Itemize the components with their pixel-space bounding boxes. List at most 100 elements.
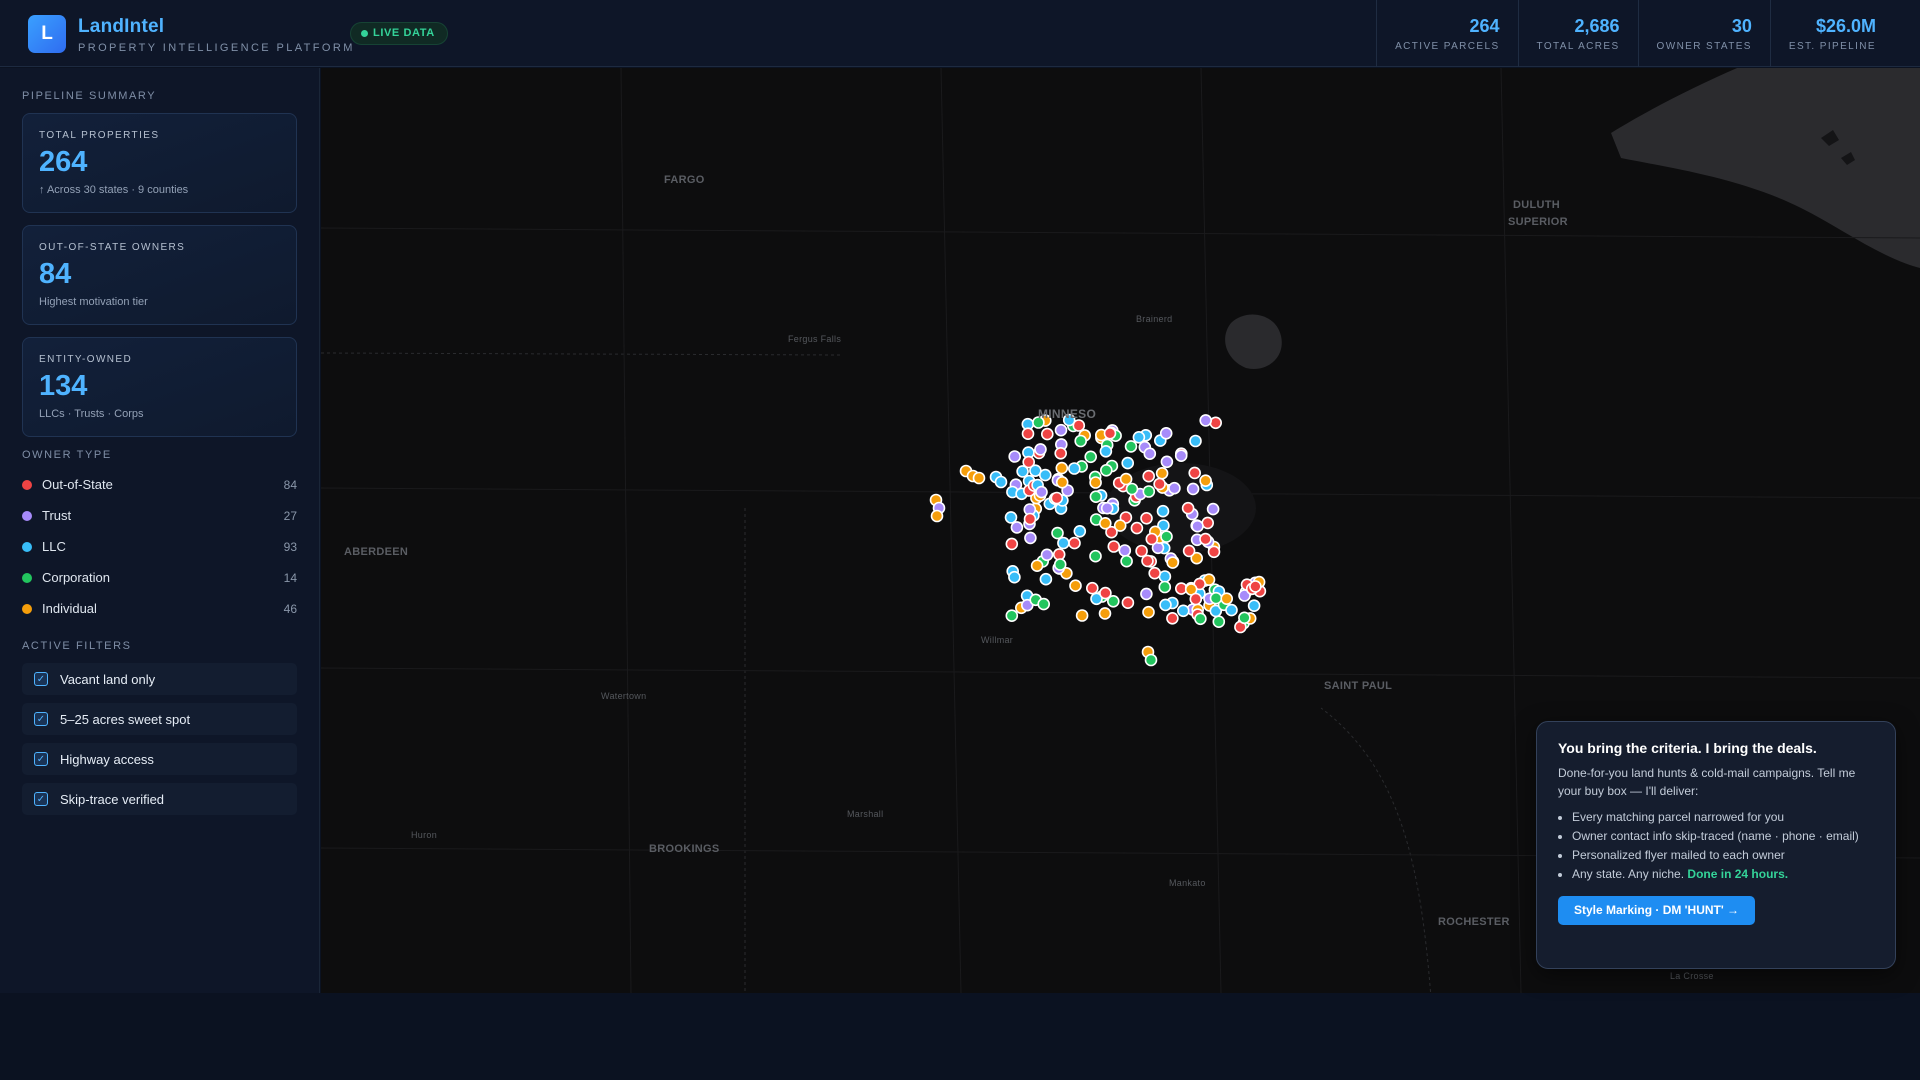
owner-type-corporation[interactable]: Corporation 14: [22, 562, 297, 593]
parcel-marker[interactable]: [1206, 502, 1220, 516]
parcel-marker[interactable]: [1073, 524, 1087, 538]
parcel-marker[interactable]: [1099, 444, 1113, 458]
parcel-marker[interactable]: [1140, 511, 1153, 525]
parcel-marker[interactable]: [1130, 521, 1144, 535]
parcel-marker[interactable]: [1143, 447, 1157, 461]
parcel-marker[interactable]: [1132, 430, 1146, 444]
checkbox-checked-icon[interactable]: ✓: [34, 712, 48, 726]
parcel-marker[interactable]: [972, 471, 986, 485]
parcel-marker[interactable]: [1159, 598, 1172, 612]
parcel-marker[interactable]: [1201, 516, 1215, 530]
parcel-marker[interactable]: [1159, 426, 1173, 440]
filter-vacant-land[interactable]: ✓ Vacant land only: [22, 663, 297, 695]
parcel-marker[interactable]: [1069, 579, 1082, 593]
promo-cta-button[interactable]: Style Marking · DM 'HUNT' →: [1558, 896, 1756, 925]
parcel-marker[interactable]: [1186, 482, 1200, 496]
parcel-marker[interactable]: [1098, 607, 1112, 620]
parcel-marker[interactable]: [1166, 556, 1180, 569]
parcel-marker[interactable]: [1158, 580, 1172, 594]
parcel-marker[interactable]: [1057, 536, 1070, 550]
parcel-marker[interactable]: [1099, 463, 1113, 477]
checkbox-checked-icon[interactable]: ✓: [34, 752, 48, 766]
parcel-marker[interactable]: [1039, 572, 1053, 586]
parcel-marker[interactable]: [1107, 540, 1121, 553]
parcel-marker[interactable]: [1075, 609, 1089, 622]
parcel-marker[interactable]: [1098, 516, 1112, 530]
parcel-marker[interactable]: [1145, 532, 1159, 546]
parcel-marker[interactable]: [1153, 477, 1166, 491]
parcel-marker[interactable]: [1209, 591, 1223, 605]
parcel-marker[interactable]: [1008, 570, 1021, 584]
parcel-marker[interactable]: [1247, 599, 1261, 613]
parcel-marker[interactable]: [1212, 615, 1226, 629]
parcel-marker[interactable]: [1005, 537, 1019, 551]
filter-acres-sweet-spot[interactable]: ✓ 5–25 acres sweet spot: [22, 703, 297, 735]
parcel-marker[interactable]: [1089, 490, 1103, 504]
parcel-marker[interactable]: [1124, 440, 1138, 453]
parcel-marker[interactable]: [1120, 554, 1133, 568]
parcel-marker[interactable]: [1034, 443, 1047, 456]
parcel-marker[interactable]: [1099, 586, 1112, 600]
parcel-marker[interactable]: [1050, 491, 1064, 505]
parcel-marker[interactable]: [1040, 548, 1054, 562]
parcel-marker[interactable]: [1176, 604, 1190, 618]
parcel-marker[interactable]: [1199, 532, 1212, 546]
parcel-marker[interactable]: [1030, 559, 1044, 573]
parcel-marker[interactable]: [1181, 501, 1195, 515]
parcel-marker[interactable]: [1074, 434, 1088, 448]
parcel-marker[interactable]: [1055, 461, 1069, 475]
parcel-marker[interactable]: [1119, 472, 1133, 486]
parcel-marker[interactable]: [1140, 587, 1153, 601]
parcel-marker[interactable]: [930, 509, 944, 523]
parcel-marker[interactable]: [1053, 558, 1067, 571]
parcel-marker[interactable]: [1113, 519, 1127, 532]
owner-type-individual[interactable]: Individual 46: [22, 593, 297, 624]
parcel-marker[interactable]: [1160, 455, 1174, 469]
parcel-marker[interactable]: [1121, 456, 1135, 470]
parcel-marker[interactable]: [1160, 530, 1173, 543]
parcel-marker[interactable]: [1054, 446, 1068, 460]
parcel-marker[interactable]: [1189, 434, 1202, 448]
parcel-marker[interactable]: [1035, 485, 1048, 499]
parcel-marker[interactable]: [1174, 449, 1188, 463]
parcel-marker[interactable]: [1238, 611, 1251, 625]
parcel-marker[interactable]: [1010, 521, 1024, 534]
parcel-marker[interactable]: [1004, 511, 1018, 524]
parcel-marker[interactable]: [1199, 474, 1212, 488]
parcel-marker[interactable]: [1141, 554, 1154, 568]
parcel-marker[interactable]: [1023, 512, 1037, 526]
parcel-marker[interactable]: [1249, 580, 1262, 593]
parcel-marker[interactable]: [1055, 475, 1069, 489]
parcel-marker[interactable]: [1037, 597, 1051, 611]
parcel-marker[interactable]: [1052, 548, 1066, 561]
parcel-marker[interactable]: [1051, 526, 1064, 540]
parcel-marker[interactable]: [1021, 427, 1035, 441]
parcel-marker[interactable]: [1038, 468, 1052, 482]
parcel-marker[interactable]: [1189, 592, 1203, 606]
parcel-marker[interactable]: [1089, 549, 1102, 563]
parcel-marker[interactable]: [1085, 581, 1099, 595]
parcel-marker[interactable]: [1148, 566, 1162, 580]
parcel-marker[interactable]: [1054, 423, 1068, 437]
parcel-marker[interactable]: [1182, 544, 1196, 558]
parcel-marker[interactable]: [1155, 466, 1169, 480]
parcel-marker[interactable]: [1209, 416, 1223, 430]
parcel-marker[interactable]: [1142, 605, 1155, 619]
parcel-marker[interactable]: [1199, 414, 1213, 427]
parcel-marker[interactable]: [1166, 611, 1179, 625]
owner-type-llc[interactable]: LLC 93: [22, 531, 297, 562]
filter-skip-trace[interactable]: ✓ Skip-trace verified: [22, 783, 297, 815]
parcel-marker[interactable]: [1121, 596, 1135, 610]
parcel-marker[interactable]: [1194, 612, 1207, 626]
checkbox-checked-icon[interactable]: ✓: [34, 792, 48, 806]
parcel-marker[interactable]: [1158, 570, 1172, 583]
parcel-marker[interactable]: [994, 475, 1008, 489]
parcel-marker[interactable]: [1005, 609, 1019, 623]
parcel-marker[interactable]: [1142, 469, 1156, 483]
parcel-marker[interactable]: [1225, 603, 1238, 617]
parcel-marker[interactable]: [1103, 426, 1117, 440]
parcel-marker[interactable]: [1089, 476, 1102, 489]
filter-highway-access[interactable]: ✓ Highway access: [22, 743, 297, 775]
parcel-marker[interactable]: [1207, 545, 1221, 559]
parcel-marker[interactable]: [1118, 544, 1132, 557]
